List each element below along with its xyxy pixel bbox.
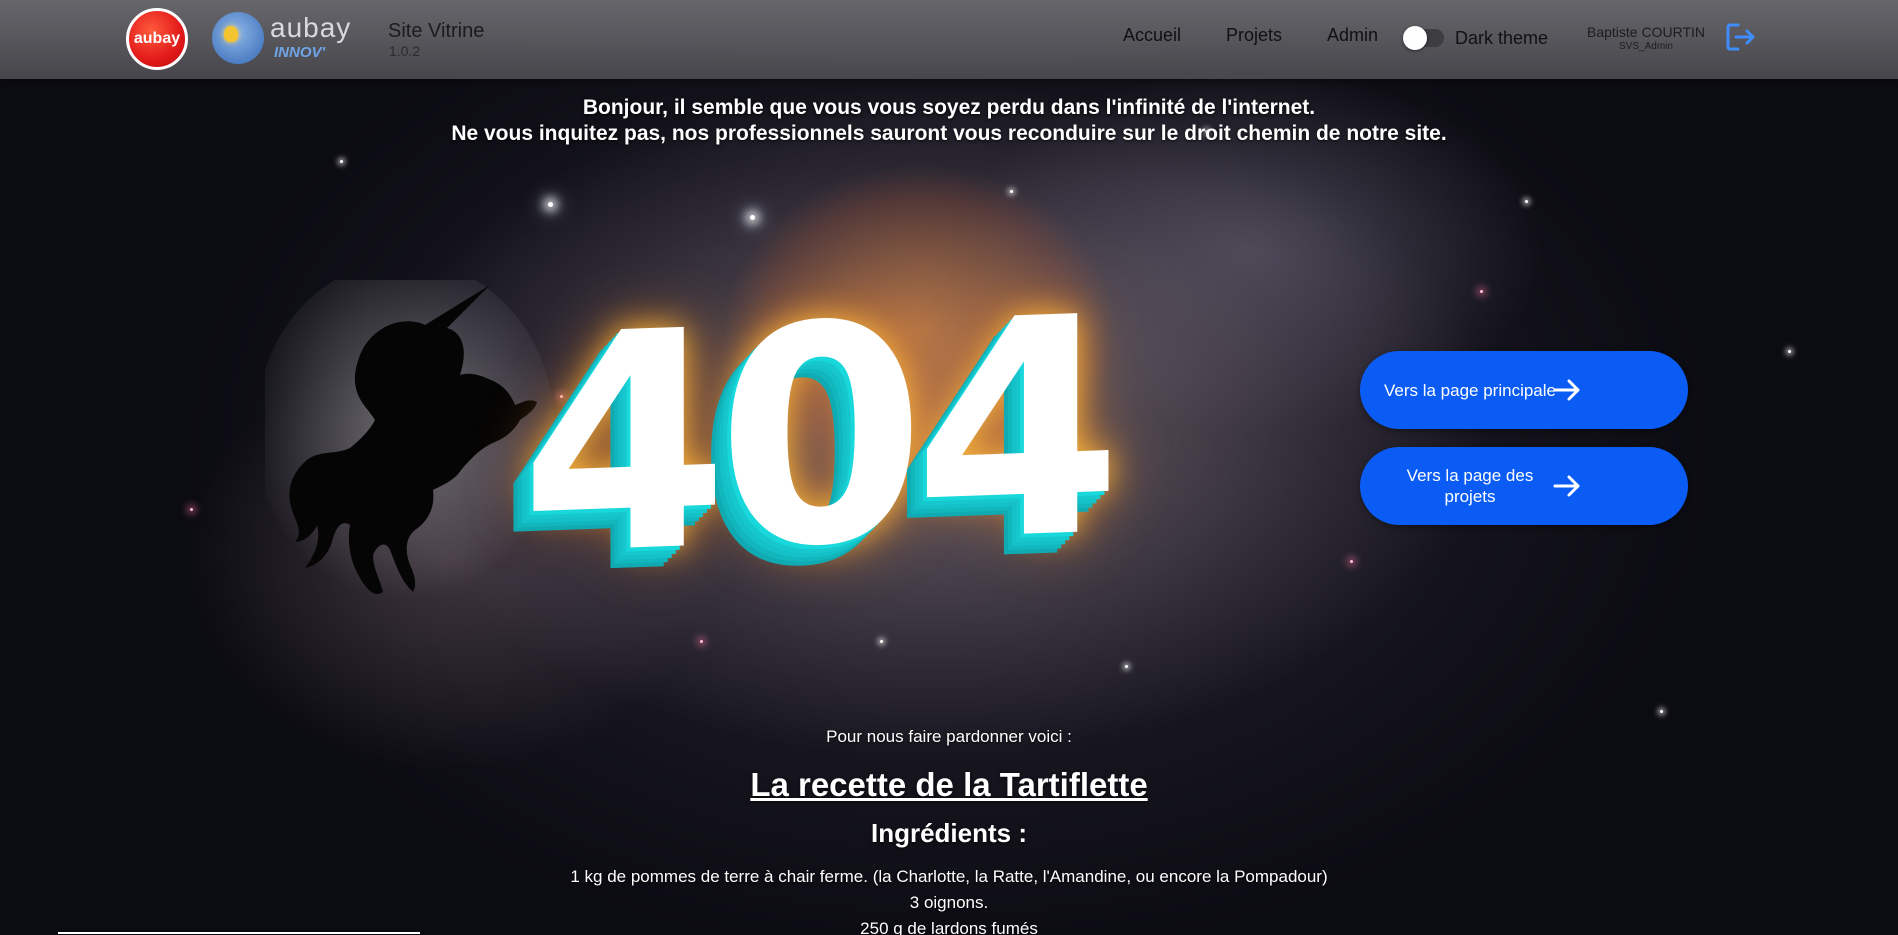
star-decoration <box>1788 350 1791 353</box>
star-decoration <box>340 160 343 163</box>
go-projects-button[interactable]: Vers la page des projets <box>1360 447 1688 525</box>
star-decoration <box>1125 665 1128 668</box>
error-code-404: 404 <box>520 252 1111 623</box>
recipe-title-text: La recette de la Tartiflette <box>750 766 1148 803</box>
dark-theme-toggle[interactable] <box>1403 26 1444 50</box>
go-projects-button-label: Vers la page des projets <box>1406 466 1534 506</box>
star-decoration <box>1480 290 1483 293</box>
star-decoration <box>1010 190 1013 193</box>
nav-admin[interactable]: Admin <box>1327 25 1378 46</box>
app-title: Site Vitrine <box>388 20 485 42</box>
arrow-right-icon <box>1553 475 1580 497</box>
intro-line-2: Ne vous inquitez pas, nos professionnels… <box>451 122 1447 145</box>
scrollbar-indicator[interactable] <box>58 932 420 934</box>
dark-theme-label: Dark theme <box>1455 28 1549 48</box>
aubay-innov-logo[interactable]: aubay INNOV' <box>212 8 362 68</box>
ingredient-item: 3 oignons. <box>909 893 989 912</box>
ingredients-heading: Ingrédients : <box>870 818 1027 848</box>
star-decoration <box>1350 560 1353 563</box>
nav-projets[interactable]: Projets <box>1226 25 1282 46</box>
star-decoration <box>548 202 553 207</box>
user-name: Baptiste COURTIN <box>1587 24 1705 40</box>
innov-logo-sub: INNOV' <box>274 44 326 61</box>
star-decoration <box>700 640 703 643</box>
head-lightbulb-icon <box>212 12 264 64</box>
arrow-right-icon <box>1553 379 1580 401</box>
lightbulb-icon <box>224 26 238 42</box>
pardon-text: Pour nous faire pardonner voici : <box>826 727 1072 746</box>
aubay-logo-text: aubay <box>133 30 181 47</box>
logout-icon[interactable] <box>1724 20 1758 54</box>
toggle-knob <box>1403 26 1427 50</box>
intro-line-1: Bonjour, il semble que vous vous soyez p… <box>582 96 1316 119</box>
user-role: SVS_Admin <box>1619 41 1673 52</box>
unicorn-silhouette-icon <box>265 280 555 600</box>
intro-message: Bonjour, il semble que vous vous soyez p… <box>0 95 1898 147</box>
star-decoration <box>190 508 193 511</box>
app-version: 1.0.2 <box>389 43 421 59</box>
go-home-button-label: Vers la page principale <box>1383 380 1556 400</box>
star-decoration <box>750 215 755 220</box>
ingredient-item: 1 kg de pommes de terre à chair ferme. (… <box>570 867 1328 886</box>
star-decoration <box>1525 200 1528 203</box>
ingredients-list: 1 kg de pommes de terre à chair ferme. (… <box>0 864 1898 935</box>
recipe-title: La recette de la Tartiflette <box>0 766 1898 804</box>
aubay-logo[interactable]: aubay <box>126 8 188 70</box>
page-404: aubay aubay INNOV' Site Vitrine 1.0.2 Ac… <box>0 0 1898 935</box>
top-navbar: aubay aubay INNOV' Site Vitrine 1.0.2 Ac… <box>0 0 1898 79</box>
nav-accueil[interactable]: Accueil <box>1123 25 1181 46</box>
innov-logo-word: aubay <box>270 12 352 43</box>
star-decoration <box>1660 710 1663 713</box>
star-decoration <box>880 640 883 643</box>
go-home-button[interactable]: Vers la page principale <box>1360 351 1688 429</box>
